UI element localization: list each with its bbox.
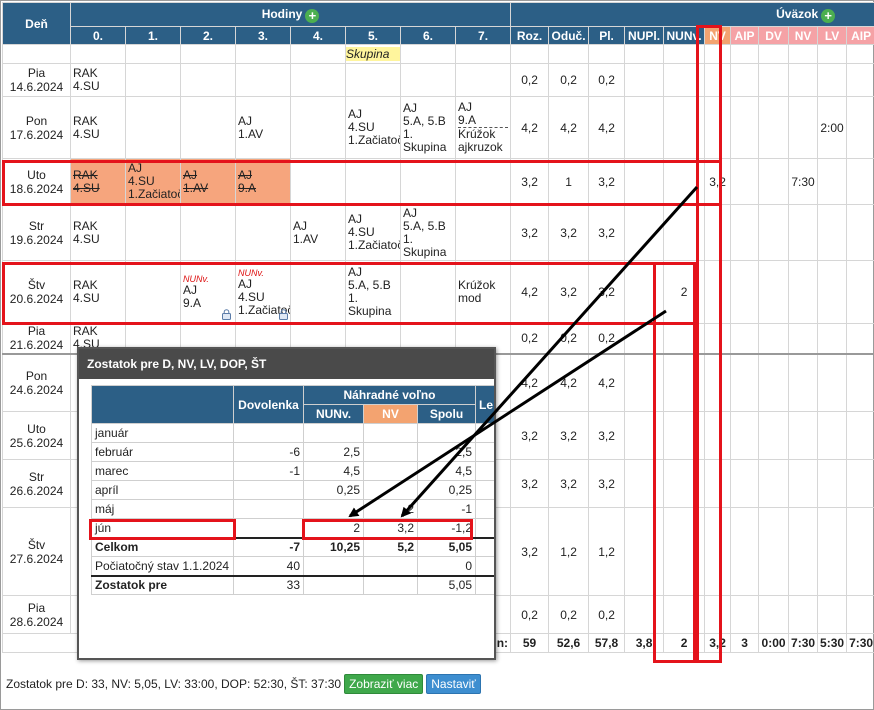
footer-bar: Zostatok pre D: 33, NV: 5,05, LV: 33:00,…	[6, 674, 481, 694]
annotation-arrows	[348, 185, 699, 518]
show-more-button[interactable]: Zobraziť viac	[344, 674, 424, 694]
footer-summary: Zostatok pre D: 33, NV: 5,05, LV: 33:00,…	[6, 677, 342, 691]
settings-button[interactable]: Nastaviť	[426, 674, 481, 694]
arrow-nv-to-popup	[400, 185, 699, 518]
arrow-nunv-to-popup	[348, 309, 667, 518]
